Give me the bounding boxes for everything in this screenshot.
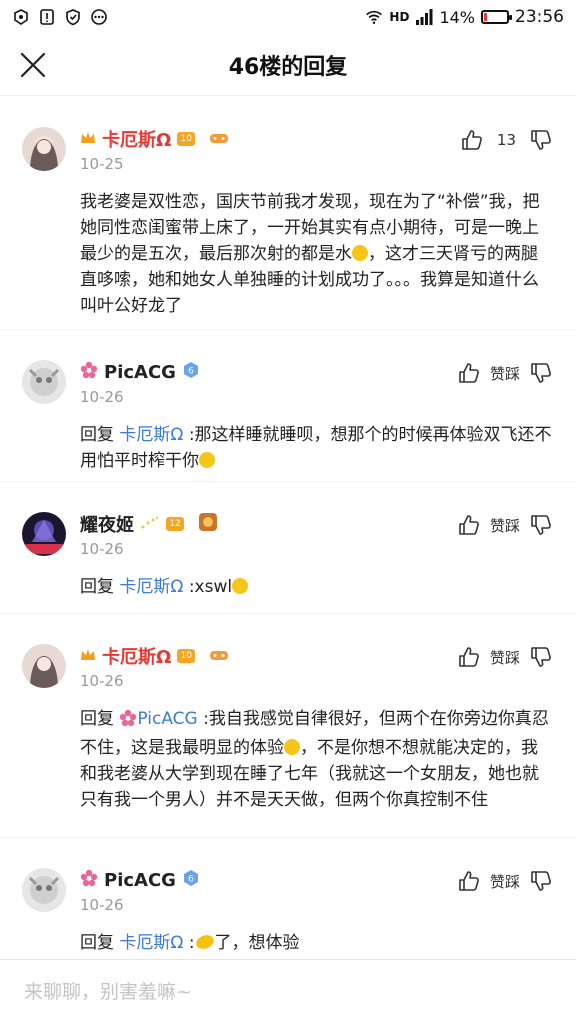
comment-date: 10-26 [80,540,124,558]
comment-text: 回复 PicACG :我自我感觉自律很好，但两个在你旁边你真忍不住，这是我最明显… [80,709,549,810]
game-badge-icon [209,647,229,666]
medal-icon [198,512,218,536]
signal-icon [415,8,433,26]
avatar[interactable] [22,127,66,171]
verified-level-icon: 6 [182,361,200,383]
level-badge: 10 [177,132,196,146]
username[interactable]: 卡厄斯Ω [102,643,171,669]
close-icon[interactable] [18,50,48,80]
battery-percent: 14% [439,7,475,27]
status-bar: HD 14% 23:56 [0,0,576,34]
clock: 23:56 [515,7,564,27]
battery-icon [481,10,512,24]
emoji-icon [232,578,249,594]
reply-list[interactable]: 卡厄斯Ω 10 10-25 13 我老婆是双性恋，国庆节前我才发现，现在为了“补… [0,97,576,959]
avatar[interactable] [22,868,66,912]
avatar[interactable] [22,512,66,556]
comment-date: 10-26 [80,896,124,914]
username[interactable]: 耀夜姬 [80,511,134,537]
level-badge: 10 [177,649,196,663]
comment-text: 我老婆是双性恋，国庆节前我才发现，现在为了“补偿”我，把她同性恋闺蜜带上床了，一… [80,192,540,316]
list-item: 卡厄斯Ω 10 10-26 赞踩 回复 PicACG :我自我感觉自律很好，但两… [0,613,576,837]
flower-icon [80,361,98,383]
reply-input[interactable] [24,981,552,1003]
comment-text: 回复 卡厄斯Ω : 了，想体验 [80,930,552,959]
thumb-down-icon[interactable] [530,129,552,151]
header: 46楼的回复 [0,34,576,96]
avatar[interactable] [22,360,66,404]
alert-icon [38,8,56,26]
thumb-down-icon[interactable] [530,514,552,536]
sparkle-icon [140,515,160,534]
reply-to-link[interactable]: 卡厄斯Ω [119,425,183,445]
thumb-up-icon[interactable] [458,362,480,384]
thumb-up-icon[interactable] [458,514,480,536]
like-dislike-label: 赞踩 [489,872,520,891]
comment-text: 回复 卡厄斯Ω :xswl [80,574,552,600]
avatar[interactable] [22,644,66,688]
comment-date: 10-26 [80,672,124,690]
thumb-up-icon[interactable] [461,129,483,151]
game-badge-icon [209,130,229,149]
reply-to-link[interactable]: 卡厄斯Ω [119,933,183,953]
list-item: PicACG 6 10-26 赞踩 回复 卡厄斯Ω : 了，想体验 [0,837,576,959]
thumb-down-icon[interactable] [530,362,552,384]
username[interactable]: PicACG [104,870,176,891]
thumb-down-icon[interactable] [530,646,552,668]
like-dislike-label: 赞踩 [489,516,520,535]
emoji-icon [284,739,300,755]
like-dislike-label: 赞踩 [489,648,520,667]
thumb-up-icon[interactable] [458,646,480,668]
flower-icon [80,869,98,891]
reply-to-link[interactable]: 卡厄斯Ω [119,577,183,597]
page-title: 46楼的回复 [228,54,348,80]
like-count: 13 [496,131,516,149]
comment-date: 10-26 [80,388,124,406]
thumb-up-icon[interactable] [458,870,480,892]
crown-icon [80,130,96,149]
svg-text:6: 6 [188,367,194,377]
lemon-emoji-icon [195,933,215,959]
username[interactable]: 卡厄斯Ω [102,126,171,152]
wifi-icon [365,8,383,26]
comment-date: 10-25 [80,155,124,173]
username[interactable]: PicACG [104,362,176,383]
verified-level-icon: 6 [182,869,200,891]
level-badge: 12 [166,517,184,531]
like-dislike-label: 赞踩 [489,364,520,383]
flower-icon [119,709,137,735]
list-item: 卡厄斯Ω 10 10-25 13 我老婆是双性恋，国庆节前我才发现，现在为了“补… [0,97,576,329]
comment-text: 回复 卡厄斯Ω :那这样睡就睡呗，想那个的时候再体验双飞还不用怕平时榨干你 [80,425,552,471]
emoji-icon [352,245,368,261]
network-type-label: HD [389,10,410,24]
reply-input-bar [0,959,576,1024]
crown-icon [80,647,96,666]
shield-notification-icon [12,8,30,26]
emoji-icon [199,452,215,468]
more-icon [90,8,108,26]
shield-icon [64,8,82,26]
list-item: 耀夜姬 12 10-26 赞踩 回复 卡厄斯Ω :xswl [0,481,576,613]
svg-text:6: 6 [188,875,194,885]
reply-to-link[interactable]: PicACG [137,709,197,729]
list-item: PicACG 6 10-26 赞踩 回复 卡厄斯Ω :那这样睡就睡呗，想那个的时… [0,329,576,481]
thumb-down-icon[interactable] [530,870,552,892]
